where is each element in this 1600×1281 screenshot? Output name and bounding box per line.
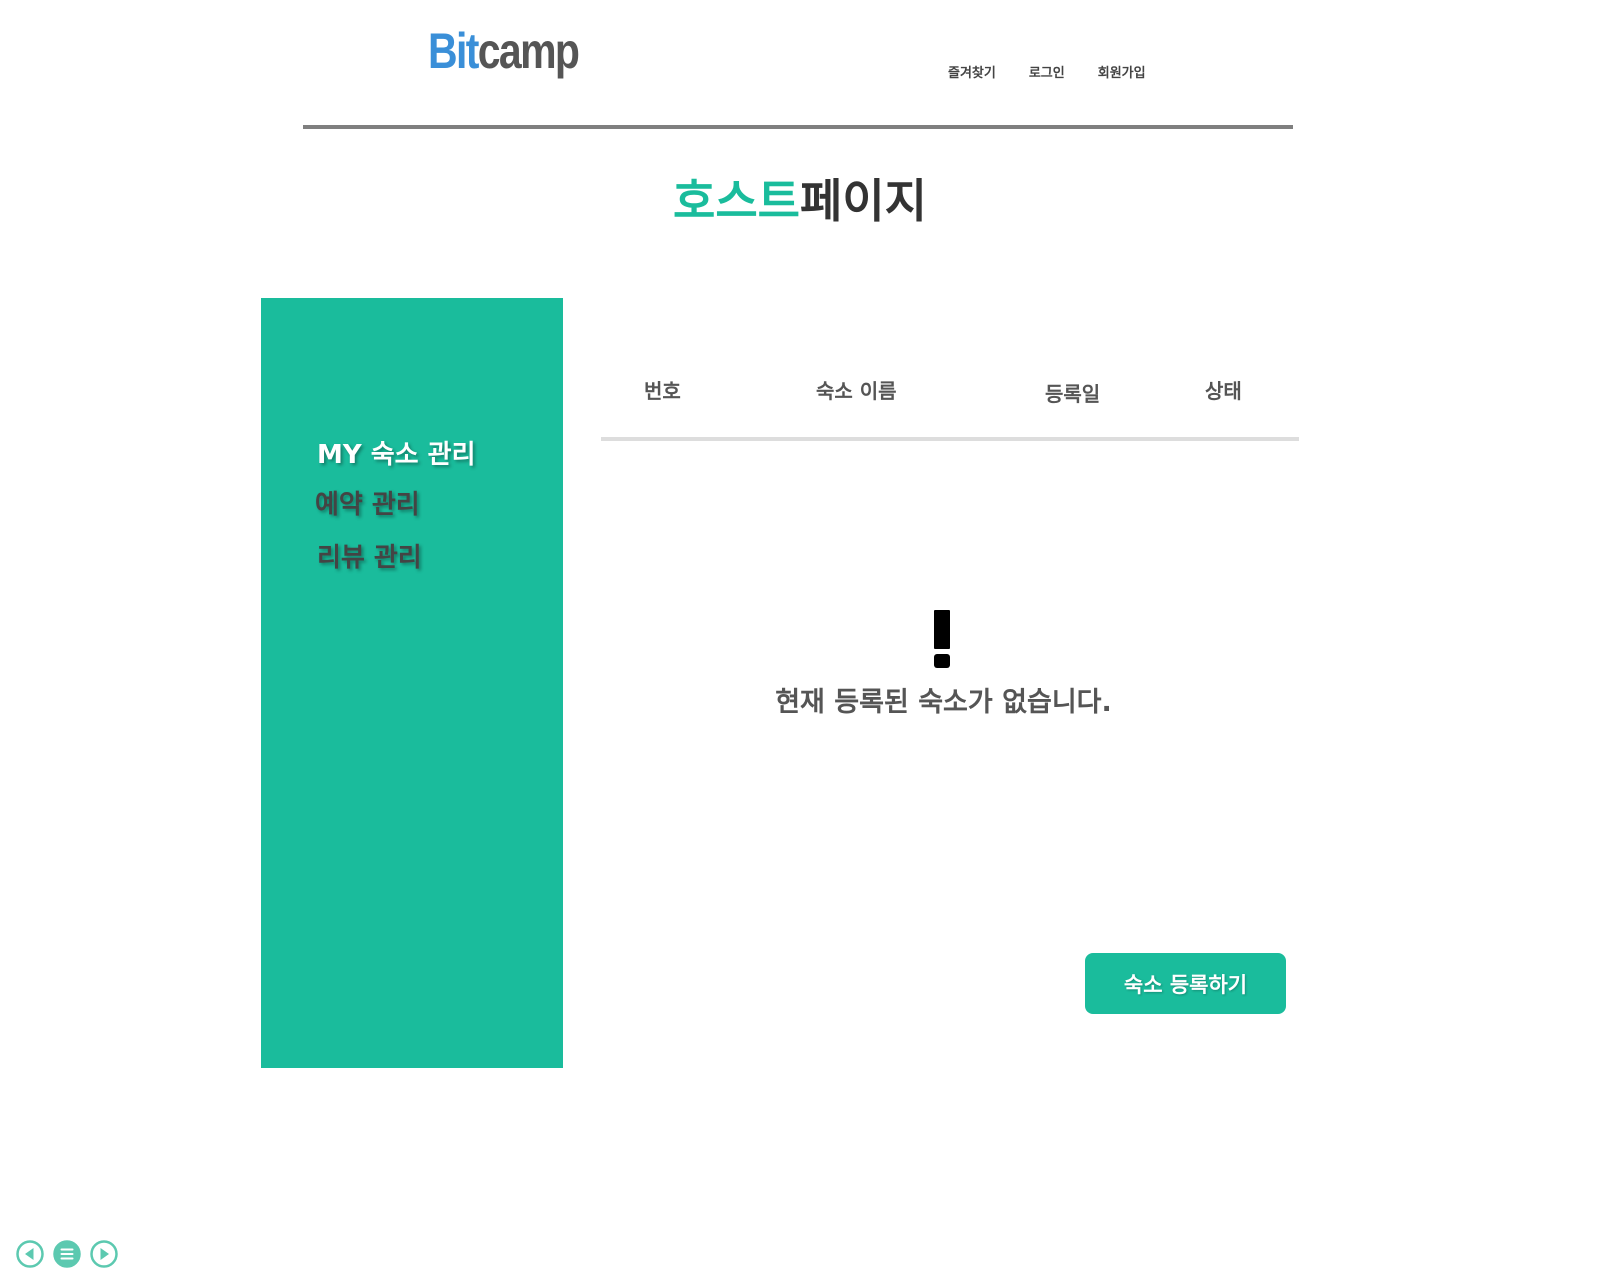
header-divider (303, 125, 1293, 129)
sidebar-item-reviews[interactable]: 리뷰 관리 (317, 537, 422, 574)
empty-state-message: 현재 등록된 숙소가 없습니다. (775, 687, 1112, 718)
page-title-accent: 호스트 (673, 174, 800, 228)
column-header-number: 번호 (644, 379, 681, 403)
exclamation-icon (934, 610, 950, 668)
nav-favorites-link[interactable]: 즐겨찾기 (948, 62, 996, 81)
column-header-registered-date: 등록일 (1045, 382, 1101, 406)
sidebar-item-reservations[interactable]: 예약 관리 (315, 484, 420, 521)
page-title-rest: 페이지 (800, 174, 927, 228)
next-icon[interactable] (90, 1240, 118, 1268)
column-header-listing-name: 숙소 이름 (816, 379, 897, 403)
menu-icon[interactable] (53, 1240, 81, 1268)
top-nav: 즐겨찾기 로그인 회원가입 (948, 62, 1146, 81)
nav-login-link[interactable]: 로그인 (1029, 62, 1065, 81)
logo-part-camp: camp (477, 23, 580, 79)
logo-part-bit: Bit (428, 23, 479, 79)
sidebar-item-my-listings[interactable]: MY 숙소 관리 (317, 434, 475, 471)
bitcamp-logo[interactable]: Bitcamp (428, 23, 580, 79)
register-listing-button[interactable]: 숙소 등록하기 (1085, 953, 1286, 1014)
prev-icon[interactable] (16, 1240, 44, 1268)
column-header-status: 상태 (1205, 379, 1242, 403)
listing-table-header: 번호 숙소 이름 등록일 상태 (0, 375, 1600, 406)
page-title: 호스트페이지 (0, 178, 1600, 224)
nav-signup-link[interactable]: 회원가입 (1098, 62, 1146, 81)
table-header-divider (601, 437, 1299, 441)
